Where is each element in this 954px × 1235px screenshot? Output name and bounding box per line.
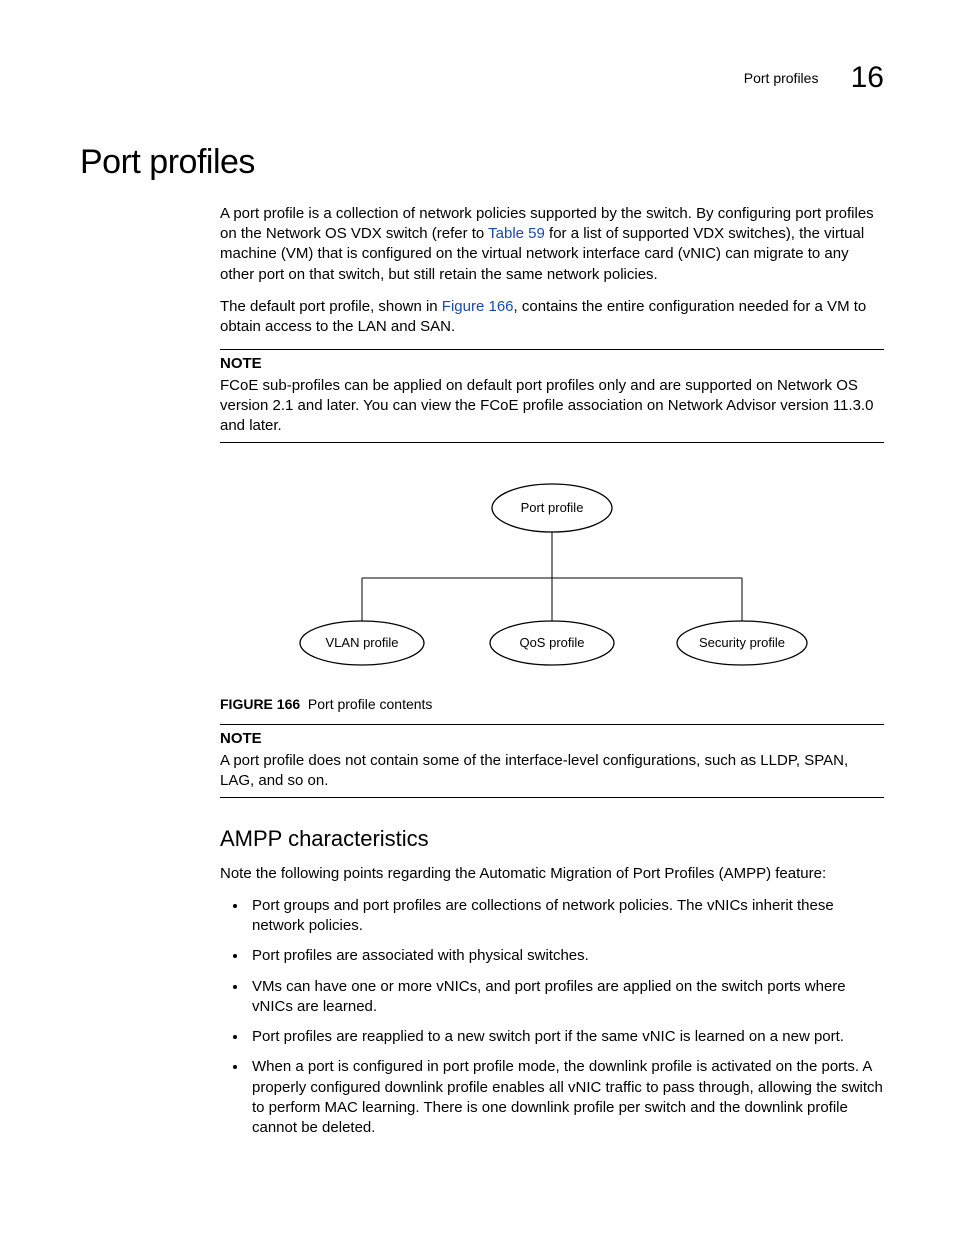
figure-caption: FIGURE 166 Port profile contents <box>220 695 884 714</box>
figure-caption-text: Port profile contents <box>308 696 433 712</box>
page-title: Port profiles <box>80 140 884 186</box>
body-content: A port profile is a collection of networ… <box>220 204 884 1139</box>
diagram-svg: Port profile VLAN profile QoS profile Se… <box>272 473 832 683</box>
figure-diagram: Port profile VLAN profile QoS profile Se… <box>220 473 884 683</box>
figure-label: FIGURE 166 <box>220 696 300 712</box>
note-label: NOTE <box>220 354 884 374</box>
list-item: Port profiles are reapplied to a new swi… <box>248 1027 884 1047</box>
diagram-right: Security profile <box>699 635 785 650</box>
list-item: When a port is configured in port profil… <box>248 1057 884 1138</box>
note-text: FCoE sub-profiles can be applied on defa… <box>220 376 884 437</box>
intro-paragraph: Note the following points regarding the … <box>220 864 884 884</box>
paragraph-1: A port profile is a collection of networ… <box>220 204 884 285</box>
diagram-left: VLAN profile <box>326 635 399 650</box>
list-item: Port groups and port profiles are collec… <box>248 896 884 937</box>
note-label: NOTE <box>220 729 884 749</box>
figure-link[interactable]: Figure 166 <box>442 298 514 315</box>
note-block-2: NOTE A port profile does not contain som… <box>220 724 884 798</box>
bullet-list: Port groups and port profiles are collec… <box>220 896 884 1139</box>
list-item: VMs can have one or more vNICs, and port… <box>248 977 884 1018</box>
paragraph-2: The default port profile, shown in Figur… <box>220 297 884 338</box>
running-header: Port profiles 16 <box>744 58 884 99</box>
list-item: Port profiles are associated with physic… <box>248 946 884 966</box>
para2-pre: The default port profile, shown in <box>220 298 442 315</box>
diagram-mid: QoS profile <box>519 635 584 650</box>
subheading: AMPP characteristics <box>220 824 884 854</box>
note-block-1: NOTE FCoE sub-profiles can be applied on… <box>220 349 884 443</box>
page: Port profiles 16 Port profiles A port pr… <box>0 0 954 1235</box>
chapter-number: 16 <box>851 58 884 99</box>
diagram-top: Port profile <box>521 500 584 515</box>
note-text: A port profile does not contain some of … <box>220 751 884 792</box>
table-link[interactable]: Table 59 <box>488 225 545 242</box>
running-title: Port profiles <box>744 69 819 88</box>
